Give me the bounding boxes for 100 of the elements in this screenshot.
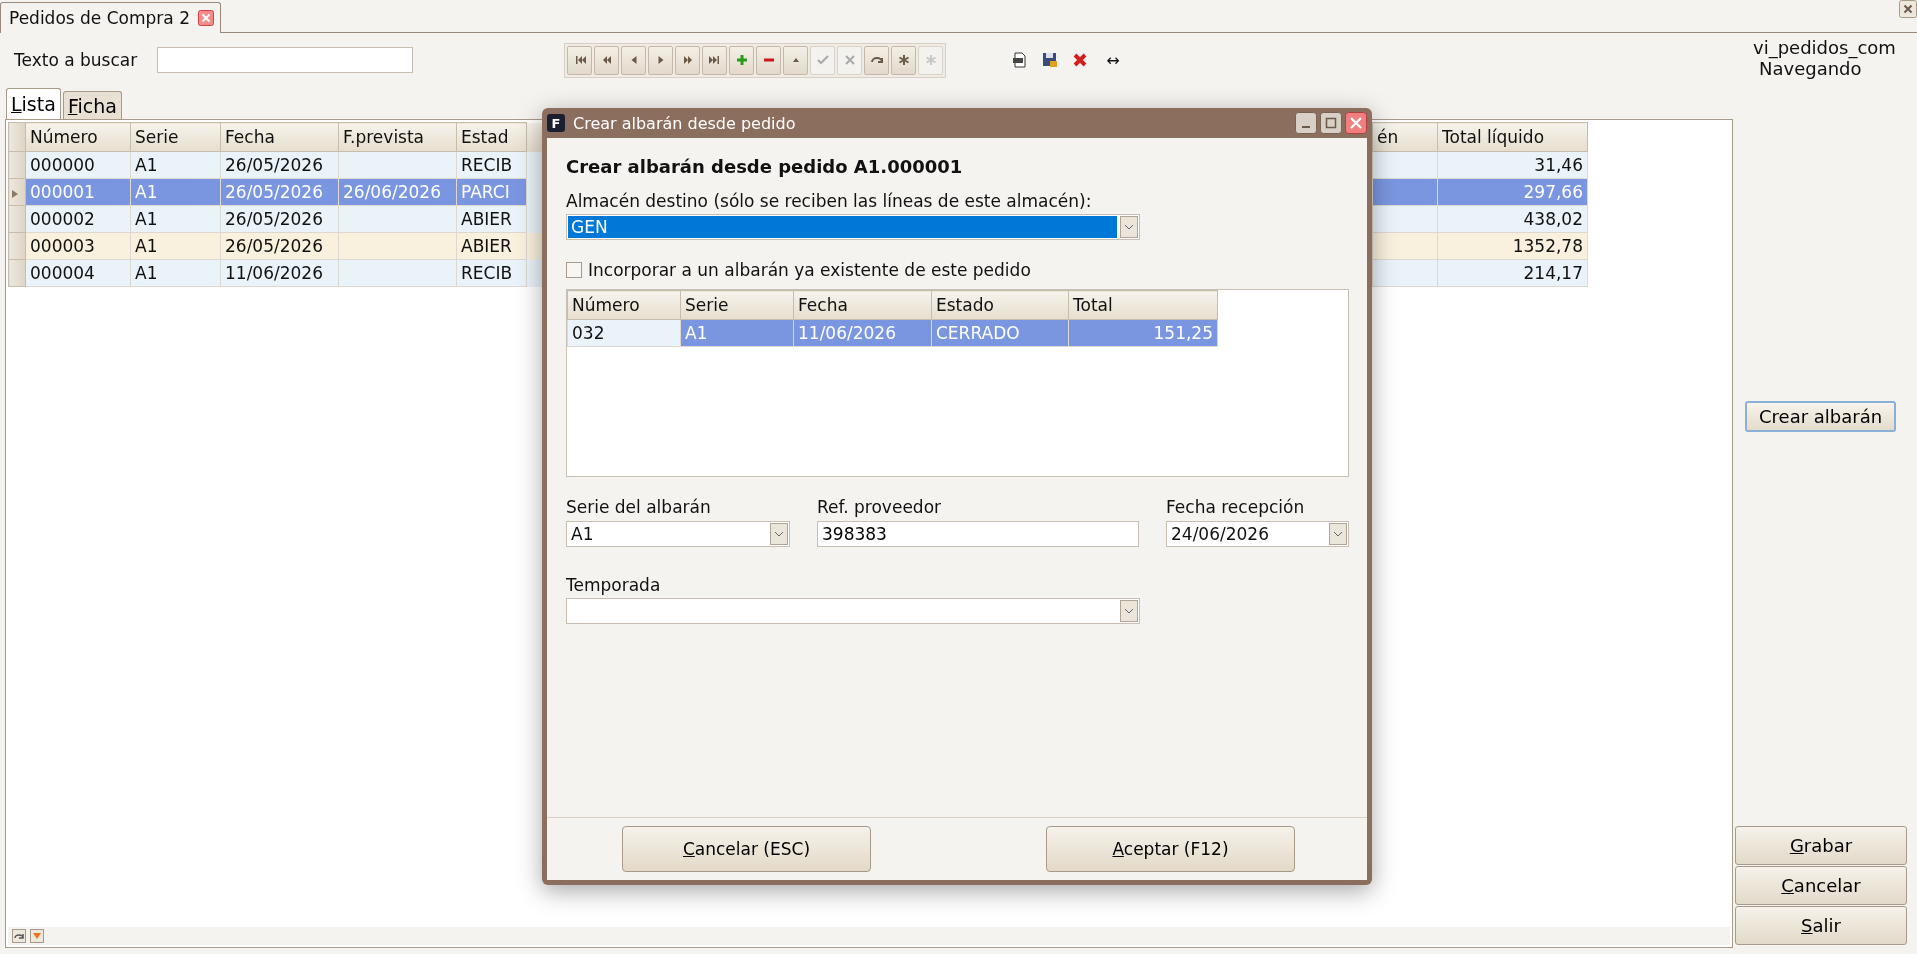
refresh-button[interactable]: [864, 45, 890, 75]
table-cell: PARCI: [456, 178, 527, 206]
table-cell: 26/05/2026: [220, 178, 339, 206]
last-button[interactable]: [702, 45, 728, 75]
column-header[interactable]: Serie: [680, 290, 794, 320]
next-icon: [656, 55, 665, 65]
row-header: [8, 259, 26, 287]
table-cell: A1: [130, 232, 221, 260]
supplier-ref-label: Ref. proveedor: [817, 497, 943, 517]
serie-dropdown[interactable]: A1: [566, 521, 790, 547]
table-cell: 31,46: [1437, 151, 1588, 179]
search-label: Texto a buscar: [14, 50, 138, 70]
delete-icon[interactable]: [1072, 52, 1089, 68]
table-cell: 26/05/2026: [220, 151, 339, 179]
save-icon[interactable]: [1042, 52, 1059, 68]
table-cell: A1: [130, 178, 221, 206]
next-page-button[interactable]: [675, 45, 701, 75]
supplier-ref-field[interactable]: 398383: [817, 521, 1139, 547]
column-header[interactable]: Número: [567, 290, 681, 320]
checkbox[interactable]: [566, 262, 582, 278]
prev-button[interactable]: [621, 45, 647, 75]
document-tab-title: Pedidos de Compra 2: [9, 8, 190, 28]
resize-toggle[interactable]: ↔: [1106, 50, 1120, 70]
dialog-title: Crear albarán desde pedido: [573, 113, 796, 133]
close-icon[interactable]: [198, 10, 214, 26]
table-cell: ABIER: [456, 205, 527, 233]
table-cell: A1: [130, 259, 221, 287]
row-header: [8, 232, 26, 260]
table-cell: 438,02: [1437, 205, 1588, 233]
close-icon[interactable]: [1345, 112, 1367, 134]
table-cell: 214,17: [1437, 259, 1588, 287]
dropdown-icon: [1329, 523, 1347, 545]
dropdown-icon: [770, 523, 788, 545]
column-header[interactable]: Estad: [456, 122, 527, 152]
column-header[interactable]: Fecha: [220, 122, 339, 152]
dialog-button[interactable]: Cancelar (ESC): [622, 826, 871, 872]
view-tab[interactable]: Lista: [6, 88, 61, 119]
table-cell: [1372, 178, 1438, 206]
mode-label: Navegando: [1759, 58, 1862, 79]
table-cell: CERRADO: [931, 319, 1069, 347]
action-button[interactable]: Salir: [1735, 906, 1907, 945]
reception-date-label: Fecha recepción: [1166, 497, 1306, 517]
warehouse-dropdown[interactable]: GEN: [566, 214, 1140, 240]
export-document-icon[interactable]: [1012, 52, 1029, 68]
table-cell: 26/05/2026: [220, 205, 339, 233]
table-cell: A1: [130, 151, 221, 179]
dialog-heading: Crear albarán desde pedido A1.000001: [566, 156, 964, 177]
close-icon[interactable]: [1899, 0, 1917, 18]
asterisk-button[interactable]: [891, 45, 917, 75]
prev-page-button[interactable]: [594, 45, 620, 75]
view-tab[interactable]: Ficha: [62, 91, 122, 119]
action-button[interactable]: Grabar: [1735, 826, 1907, 865]
dropdown-icon: [1120, 600, 1138, 622]
column-header[interactable]: Total: [1068, 290, 1218, 320]
table-cell: ABIER: [456, 232, 527, 260]
table-cell: 000004: [25, 259, 131, 287]
season-label: Temporada: [566, 575, 662, 595]
table-cell: 032: [567, 319, 681, 347]
table-cell: 297,66: [1437, 178, 1588, 206]
warehouse-label: Almacén destino (sólo se reciben las líneas de este almacén):: [566, 191, 1093, 211]
current-row-icon: [12, 190, 18, 198]
create-button[interactable]: Crear albarán: [1745, 401, 1897, 432]
app-icon: F: [547, 114, 565, 132]
first-button[interactable]: [567, 45, 593, 75]
column-header[interactable]: Estado: [931, 290, 1069, 320]
table-cell: 11/06/2026: [220, 259, 339, 287]
table-cell: A1: [130, 205, 221, 233]
table-cell: 26/06/2026: [338, 178, 457, 206]
refresh-icon[interactable]: [12, 929, 26, 943]
checkbox-label: Incorporar a un albarán ya existente de este pedido: [588, 260, 1031, 280]
column-header[interactable]: Total líquido: [1437, 122, 1588, 152]
table-cell: 000001: [25, 178, 131, 206]
table-cell: 000002: [25, 205, 131, 233]
remove-button[interactable]: [756, 45, 782, 75]
column-header[interactable]: Fecha: [793, 290, 932, 320]
table-cell: 000000: [25, 151, 131, 179]
table-cell: 1352,78: [1437, 232, 1588, 260]
add-button[interactable]: [729, 45, 755, 75]
row-header: [8, 122, 26, 152]
reception-date-dropdown[interactable]: 24/06/2026: [1166, 521, 1349, 547]
dropdown-icon: [1120, 216, 1138, 238]
table-cell: RECIB: [456, 259, 527, 287]
maximize-icon[interactable]: [1320, 112, 1342, 134]
document-tab[interactable]: Pedidos de Compra 2: [0, 2, 221, 33]
search-field[interactable]: [157, 47, 414, 73]
column-header[interactable]: én: [1372, 122, 1438, 152]
column-header[interactable]: Serie: [130, 122, 221, 152]
minimize-icon[interactable]: [1295, 112, 1317, 134]
table-cell: 26/05/2026: [220, 232, 339, 260]
prev-icon: [629, 55, 638, 65]
action-button[interactable]: Cancelar: [1735, 866, 1907, 905]
serie-label: Serie del albarán: [566, 497, 712, 517]
table-cell: A1: [680, 319, 794, 347]
table-cell: 000003: [25, 232, 131, 260]
next-button[interactable]: [648, 45, 674, 75]
table-cell: 151,25: [1068, 319, 1218, 347]
column-header[interactable]: Número: [25, 122, 131, 152]
column-header[interactable]: F.prevista: [338, 122, 457, 152]
dialog-button[interactable]: Aceptar (F12): [1046, 826, 1295, 872]
table-row[interactable]: 032 A1 11/06/2026 CERRADO 151,25: [567, 319, 1218, 347]
